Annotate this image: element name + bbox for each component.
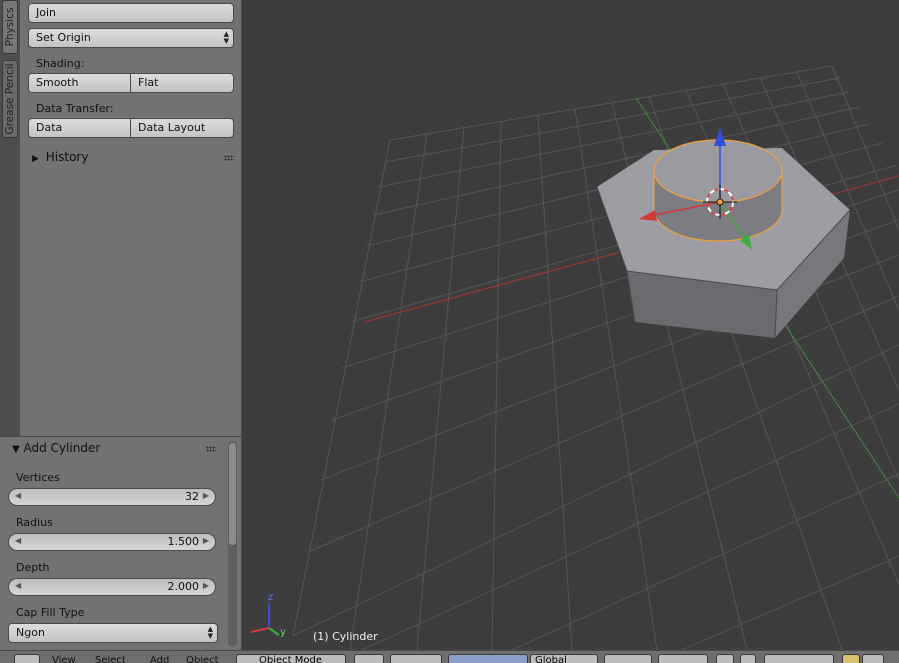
smooth-button[interactable]: Smooth xyxy=(28,73,131,93)
join-button[interactable]: Join xyxy=(28,3,234,23)
tab-grease-pencil-label: Grease Pencil xyxy=(4,63,16,135)
shading-button-group: Smooth Flat xyxy=(28,73,234,93)
shading-label: Shading: xyxy=(36,57,85,70)
set-origin-dropdown[interactable]: Set Origin ▲ ▼ xyxy=(28,28,234,48)
data-transfer-button-group: Data Data Layout xyxy=(28,118,234,138)
data-button[interactable]: Data xyxy=(28,118,131,138)
3d-viewport[interactable]: z y (1) Cylinder xyxy=(242,0,899,650)
operator-scrollbar[interactable] xyxy=(228,441,237,647)
data-button-label: Data xyxy=(36,121,63,134)
operator-title: Add Cylinder xyxy=(23,441,101,455)
sidebar-tab-strip: Physics Grease Pencil xyxy=(0,0,21,436)
floor-grid xyxy=(292,65,899,650)
set-origin-label: Set Origin xyxy=(36,31,91,44)
decrement-arrow-icon[interactable]: ◀ xyxy=(15,536,21,545)
expand-triangle-icon: ▶ xyxy=(32,154,39,164)
data-transfer-label: Data Transfer: xyxy=(36,102,114,115)
vertices-field[interactable]: ◀ 32 ▶ xyxy=(8,488,216,506)
increment-arrow-icon[interactable]: ▶ xyxy=(203,536,209,545)
operator-panel: ▼ Add Cylinder Vertices ◀ 32 ▶ Radius ◀ … xyxy=(0,436,242,650)
flat-button[interactable]: Flat xyxy=(130,73,234,93)
tab-physics[interactable]: Physics xyxy=(2,0,18,54)
depth-value: 2.000 xyxy=(167,580,200,593)
scrollbar-thumb[interactable] xyxy=(229,443,236,545)
viewport-header-bar: View Select Add Object Object Mode Globa… xyxy=(0,650,899,663)
tab-physics-label: Physics xyxy=(4,7,16,47)
viewport-canvas xyxy=(250,65,899,650)
vertices-label: Vertices xyxy=(16,471,60,484)
decrement-arrow-icon[interactable]: ◀ xyxy=(15,491,21,500)
smooth-button-label: Smooth xyxy=(36,76,79,89)
increment-arrow-icon[interactable]: ▶ xyxy=(203,581,209,590)
decrement-arrow-icon[interactable]: ◀ xyxy=(15,581,21,590)
drag-grip-icon[interactable] xyxy=(206,446,216,452)
updown-arrows-icon: ▲ ▼ xyxy=(207,625,213,640)
history-label: History xyxy=(45,150,89,164)
radius-value: 1.500 xyxy=(167,535,200,548)
y-axis-label: y xyxy=(280,627,286,638)
operator-panel-header[interactable]: ▼ Add Cylinder xyxy=(12,441,216,457)
tab-grease-pencil[interactable]: Grease Pencil xyxy=(2,60,18,138)
history-panel-header[interactable]: ▶ History xyxy=(32,150,234,166)
tool-shelf-panel: Join Set Origin ▲ ▼ Shading: Smooth Flat … xyxy=(20,0,242,436)
data-layout-button[interactable]: Data Layout xyxy=(130,118,234,138)
active-object-label: (1) Cylinder xyxy=(313,630,378,643)
updown-arrows-icon: ▲ ▼ xyxy=(223,30,229,45)
vertices-value: 32 xyxy=(185,490,199,503)
cap-fill-type-value: Ngon xyxy=(16,626,45,639)
data-layout-button-label: Data Layout xyxy=(138,121,206,134)
depth-label: Depth xyxy=(16,561,50,574)
radius-label: Radius xyxy=(16,516,53,529)
drag-grip-icon[interactable] xyxy=(224,155,234,161)
z-axis-label: z xyxy=(268,592,274,603)
join-button-label: Join xyxy=(36,6,57,19)
cap-fill-type-dropdown[interactable]: Ngon ▲ ▼ xyxy=(8,623,218,643)
flat-button-label: Flat xyxy=(138,76,159,89)
radius-field[interactable]: ◀ 1.500 ▶ xyxy=(8,533,216,551)
cylinder-mesh[interactable] xyxy=(653,139,783,242)
depth-field[interactable]: ◀ 2.000 ▶ xyxy=(8,578,216,596)
cap-fill-type-label: Cap Fill Type xyxy=(16,606,85,619)
increment-arrow-icon[interactable]: ▶ xyxy=(203,491,209,500)
view-axes-icon xyxy=(250,603,280,636)
collapse-triangle-icon: ▼ xyxy=(12,444,20,455)
